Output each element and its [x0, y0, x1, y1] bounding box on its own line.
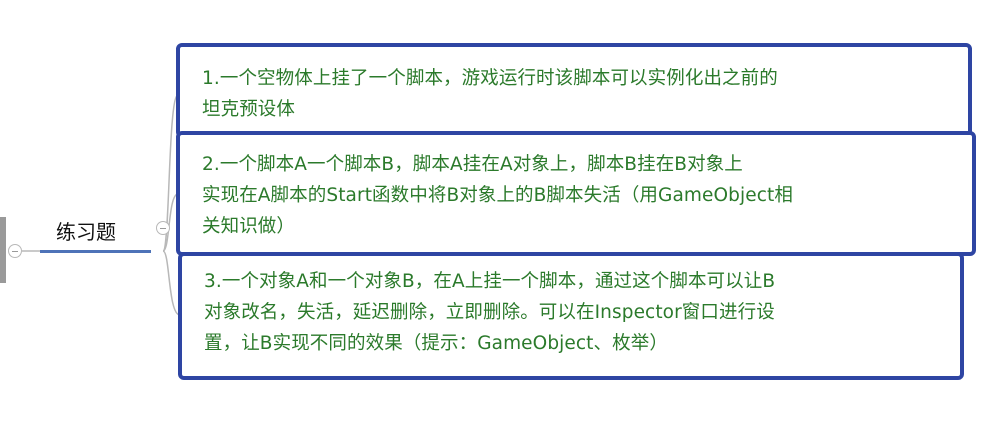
exercise-card-2[interactable]: 2.一个脚本A一个脚本B，脚本A挂在A对象上，脚本B挂在B对象上 实现在A脚本的…	[176, 131, 976, 256]
exercise-card-3[interactable]: 3.一个对象A和一个对象B，在A上挂一个脚本，通过这个脚本可以让B 对象改名，失…	[178, 252, 964, 380]
topic-label: 练习题	[56, 220, 116, 244]
exercise-text-3: 3.一个对象A和一个对象B，在A上挂一个脚本，通过这个脚本可以让B 对象改名，失…	[204, 271, 776, 354]
topic-underline	[40, 250, 151, 253]
exercise-card-1[interactable]: 1.一个空物体上挂了一个脚本，游戏运行时该脚本可以实例化出之前的 坦克预设体	[176, 43, 972, 138]
collapse-right-icon[interactable]	[156, 221, 170, 235]
exercise-text-1: 1.一个空物体上挂了一个脚本，游戏运行时该脚本可以实例化出之前的 坦克预设体	[202, 68, 778, 120]
exercise-text-2: 2.一个脚本A一个脚本B，脚本A挂在A对象上，脚本B挂在B对象上 实现在A脚本的…	[202, 154, 793, 237]
